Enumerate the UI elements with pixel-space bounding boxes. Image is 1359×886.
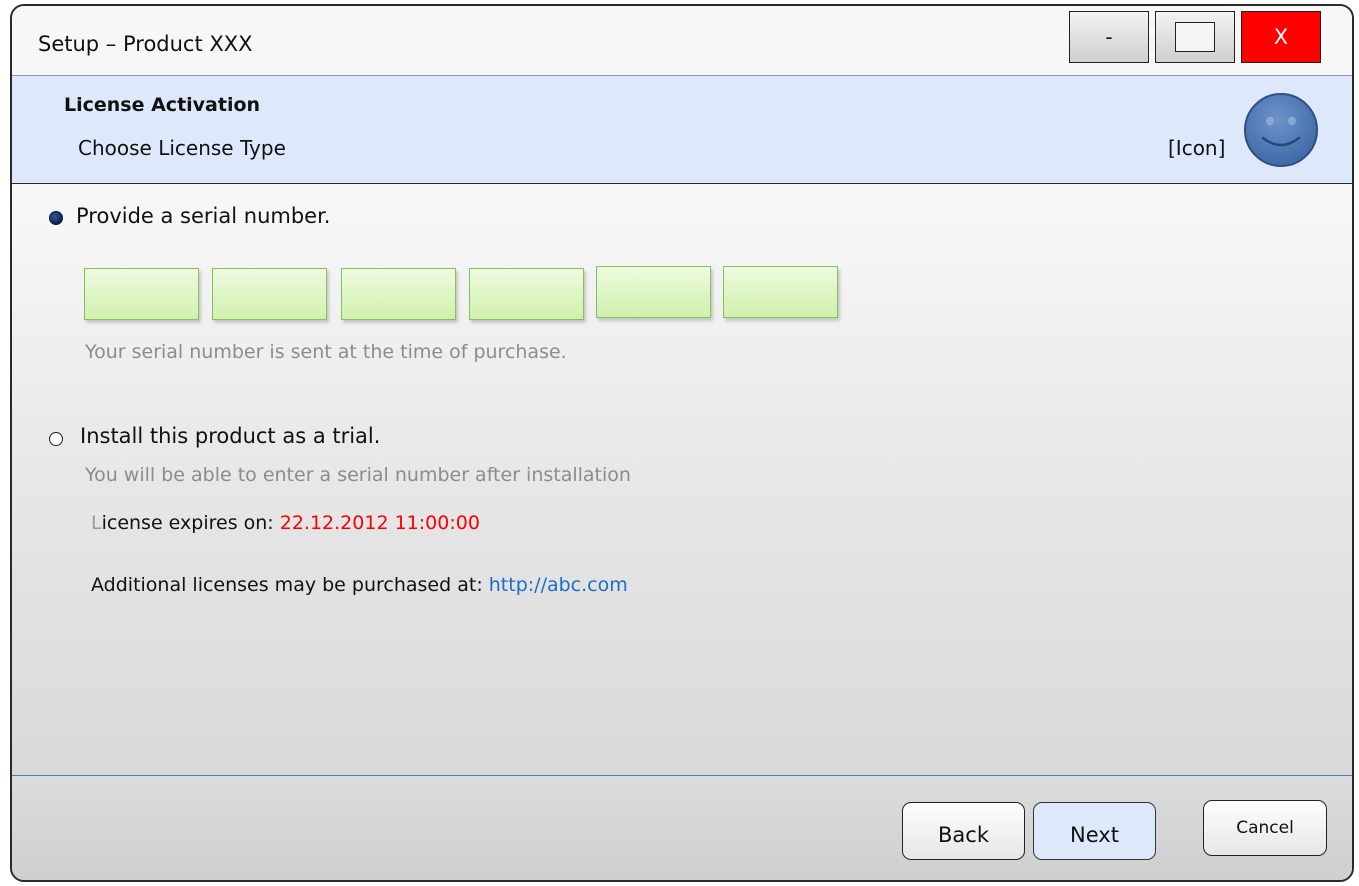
- serial-hint: Your serial number is sent at the time o…: [85, 341, 567, 363]
- next-button[interactable]: Next: [1033, 802, 1156, 860]
- license-expiry-line: License expires on: 22.12.2012 11:00:00: [91, 512, 480, 534]
- setup-window: Setup – Product XXX - X License Activati…: [10, 4, 1354, 882]
- minimize-button[interactable]: -: [1069, 11, 1149, 63]
- wizard-header: License Activation Choose License Type […: [12, 76, 1352, 184]
- serial-field-3[interactable]: [341, 268, 456, 320]
- header-subtitle: Choose License Type: [78, 136, 286, 160]
- serial-field-5[interactable]: [596, 266, 711, 318]
- close-button[interactable]: X: [1241, 11, 1321, 63]
- back-button[interactable]: Back: [902, 802, 1025, 860]
- maximize-icon: [1175, 22, 1215, 52]
- window-title: Setup – Product XXX: [38, 32, 253, 56]
- purchase-line: Additional licenses may be purchased at:…: [91, 574, 628, 596]
- title-bar: Setup – Product XXX - X: [12, 6, 1352, 76]
- wizard-body: Provide a serial number. Your serial num…: [12, 184, 1352, 776]
- expiry-label: icense expires on:: [101, 512, 280, 534]
- cancel-button[interactable]: Cancel: [1203, 800, 1327, 856]
- serial-field-6[interactable]: [723, 266, 838, 318]
- purchase-label: Additional licenses may be purchased at:: [91, 574, 489, 596]
- wizard-footer: Back Next Cancel: [12, 776, 1352, 880]
- expiry-date: 22.12.2012 11:00:00: [279, 512, 480, 534]
- serial-field-2[interactable]: [212, 268, 327, 320]
- icon-placeholder-label: [Icon]: [1168, 136, 1226, 160]
- expiry-label-initial: L: [91, 512, 102, 534]
- smiley-icon: [1244, 93, 1318, 167]
- purchase-link[interactable]: http://abc.com: [489, 574, 628, 596]
- serial-option-label[interactable]: Provide a serial number.: [76, 204, 330, 228]
- header-title: License Activation: [64, 94, 261, 116]
- trial-option-label[interactable]: Install this product as a trial.: [80, 424, 380, 448]
- trial-radio[interactable]: [49, 432, 63, 446]
- serial-field-1[interactable]: [84, 268, 199, 320]
- trial-hint: You will be able to enter a serial numbe…: [85, 464, 631, 486]
- serial-radio[interactable]: [49, 211, 63, 225]
- maximize-button[interactable]: [1155, 11, 1235, 63]
- serial-field-4[interactable]: [469, 268, 584, 320]
